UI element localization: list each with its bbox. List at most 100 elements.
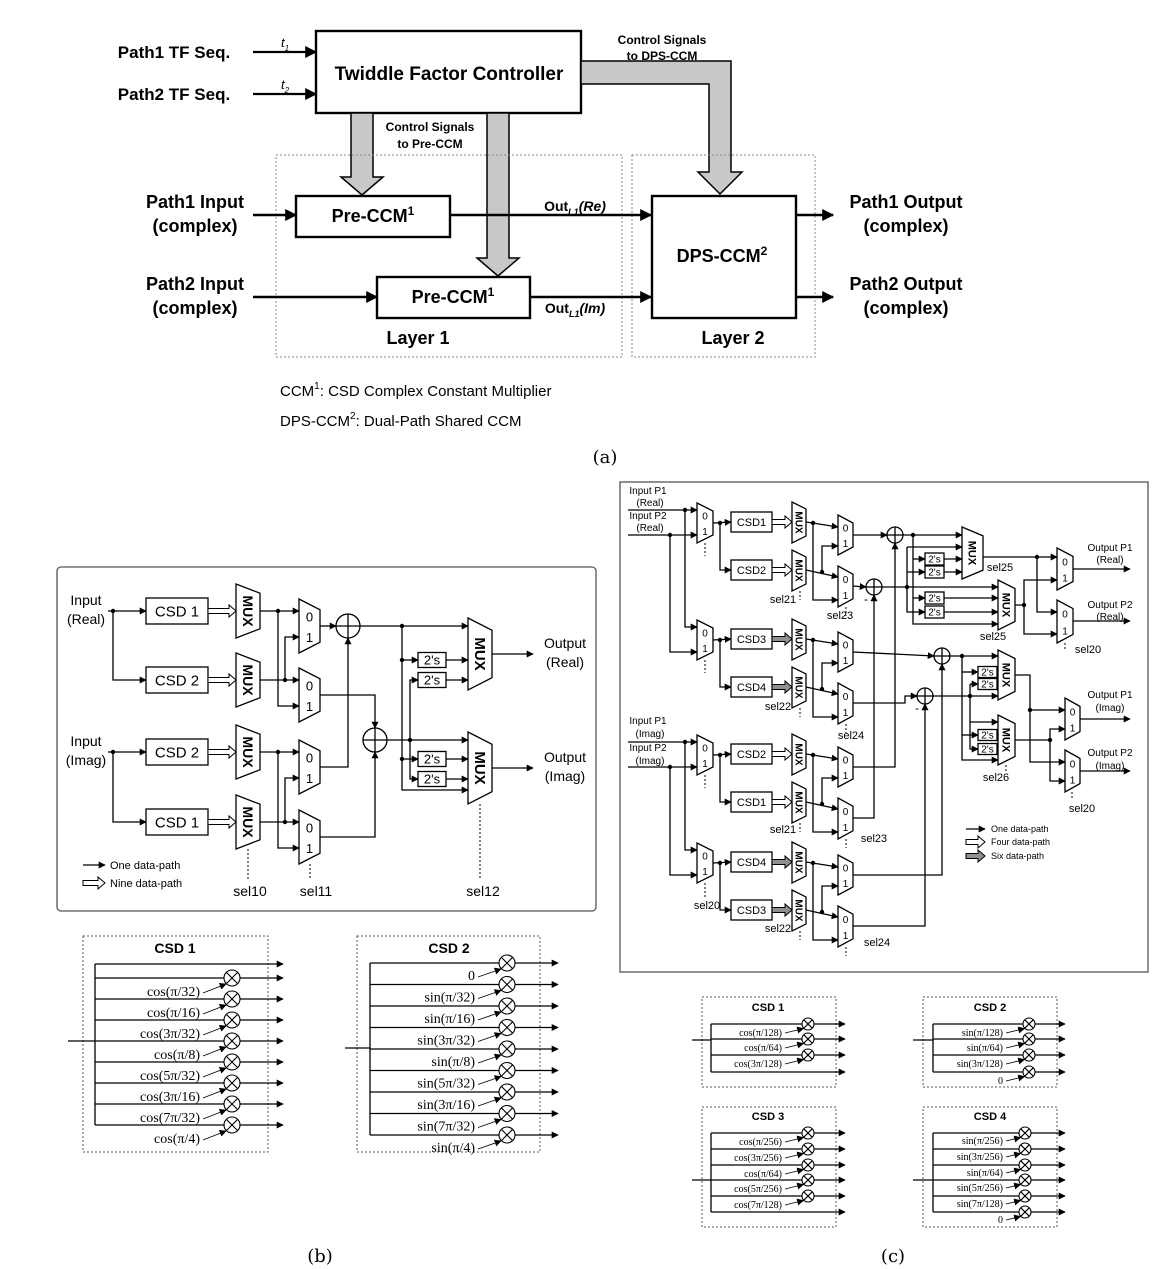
legend-label: One data-path bbox=[110, 860, 180, 872]
footnote: CCM1: CSD Complex Constant Multiplier bbox=[280, 381, 551, 400]
mux-input-0-label: 0 bbox=[702, 852, 708, 863]
coefficient-label: cos(3π/256) bbox=[734, 1153, 782, 1164]
select-signal-label: sel23 bbox=[861, 833, 887, 845]
csd-block-label: CSD4 bbox=[737, 682, 766, 694]
coefficient-arrow bbox=[202, 1130, 227, 1141]
figure: Path1 TF Seq. Path2 TF Seq. t1 t2 Twiddle Fa… bbox=[0, 0, 1174, 1269]
mux-input-1-label: 1 bbox=[843, 591, 849, 602]
coefficient-label: cos(π/128) bbox=[739, 1028, 782, 1039]
mux-input-1-label: 1 bbox=[306, 699, 313, 714]
input-label: (Real) bbox=[636, 523, 663, 534]
input-label: (Imag) bbox=[636, 729, 665, 740]
coefficient-label: sin(5π/32) bbox=[417, 1077, 475, 1092]
output-label: Output P1 bbox=[1087, 690, 1132, 701]
twos-complement-label: 2's bbox=[928, 555, 940, 566]
coefficient-arrow bbox=[1005, 1198, 1022, 1206]
text-part: CCM bbox=[280, 383, 314, 400]
coefficient-label: 0 bbox=[468, 969, 475, 984]
layer-1-frame bbox=[275, 154, 623, 358]
twos-complement-label: 2's bbox=[424, 752, 441, 767]
output-label: Output P1 bbox=[1087, 543, 1132, 554]
mux-input-0-label: 0 bbox=[843, 524, 849, 535]
mux-input-1-label: 1 bbox=[702, 644, 708, 655]
mux-input-1-label: 1 bbox=[843, 771, 849, 782]
coefficient-arrow bbox=[784, 1026, 805, 1034]
mux-input-0-label: 0 bbox=[843, 756, 849, 767]
coefficient-label: sin(π/4) bbox=[431, 1141, 475, 1156]
legend-label: Nine data-path bbox=[110, 878, 182, 890]
coefficient-arrow bbox=[1005, 1041, 1026, 1049]
coefficient-label: sin(3π/128) bbox=[957, 1059, 1003, 1070]
mux-label: MUX bbox=[793, 791, 804, 814]
mux-input-0-label: 0 bbox=[1062, 557, 1068, 568]
mux-input-1-label: 1 bbox=[843, 708, 849, 719]
out-im-label: OutL1(Im) bbox=[545, 300, 606, 319]
legend-label: One data-path bbox=[991, 824, 1049, 834]
mux-input-0-label: 0 bbox=[1070, 707, 1076, 718]
supscript: 1 bbox=[408, 204, 415, 218]
coefficient-arrow bbox=[477, 1032, 502, 1042]
coefficient-label: sin(π/8) bbox=[431, 1055, 475, 1070]
select-signal-label: sel24 bbox=[864, 937, 890, 949]
mux-input-0-label: 0 bbox=[843, 575, 849, 586]
coefficient-arrow bbox=[202, 1088, 227, 1099]
mux-input-0-label: 0 bbox=[843, 641, 849, 652]
output-label: (Real) bbox=[1096, 555, 1123, 566]
mux-input-1-label: 1 bbox=[702, 527, 708, 538]
coefficient-label: cos(7π/32) bbox=[140, 1111, 200, 1126]
csd-block-label: CSD3 bbox=[737, 634, 766, 646]
coefficient-arrow bbox=[202, 1004, 227, 1015]
coefficient-arrow bbox=[477, 1053, 502, 1064]
coefficient-label: sin(3π/32) bbox=[417, 1034, 475, 1049]
coefficient-label: cos(π/4) bbox=[154, 1132, 200, 1147]
text-part: Pre-CCM bbox=[412, 287, 488, 307]
mux-input-1-label: 1 bbox=[306, 841, 313, 856]
coefficient-arrow bbox=[1005, 1214, 1022, 1222]
output-label: (Imag) bbox=[1096, 703, 1125, 714]
coefficient-label: sin(7π/128) bbox=[957, 1199, 1003, 1210]
mux-label: MUX bbox=[793, 899, 804, 922]
output-label: (Imag) bbox=[1096, 761, 1125, 772]
coefficient-arrow bbox=[477, 967, 502, 978]
coefficient-label: cos(π/8) bbox=[154, 1048, 200, 1063]
coefficient-label: cos(3π/32) bbox=[140, 1027, 200, 1042]
control-signal-arrow-dps bbox=[580, 60, 744, 196]
controller-label: Twiddle Factor Controller bbox=[335, 64, 564, 85]
coefficient-arrow bbox=[477, 1010, 502, 1021]
supscript: 1 bbox=[488, 285, 495, 299]
mux-input-1-label: 1 bbox=[702, 759, 708, 770]
mux-input-1-label: 1 bbox=[1070, 776, 1076, 787]
mux-label: MUX bbox=[240, 736, 256, 768]
coefficient-label: sin(π/128) bbox=[962, 1028, 1003, 1039]
csd-table-title: CSD 1 bbox=[154, 940, 195, 956]
coefficient-label: sin(3π/256) bbox=[957, 1152, 1003, 1163]
output-label: Output P2 bbox=[1087, 600, 1132, 611]
text-part: (Re) bbox=[579, 198, 607, 214]
coefficient-arrow bbox=[202, 983, 227, 994]
coefficient-arrow bbox=[477, 1075, 502, 1085]
select-signal-label: sel26 bbox=[983, 772, 1009, 784]
mux-input-0-label: 0 bbox=[1062, 610, 1068, 621]
mux-input-0-label: 0 bbox=[306, 820, 313, 835]
footnote: DPS-CCM2: Dual-Path Shared CCM bbox=[280, 411, 521, 430]
csd-block-label: CSD 2 bbox=[155, 672, 199, 689]
path-output-label: (complex) bbox=[863, 298, 948, 318]
twos-complement-label: 2's bbox=[981, 731, 993, 742]
csd-block-label: CSD 1 bbox=[155, 814, 199, 831]
text-part: Out bbox=[545, 300, 569, 316]
csd-table-title: CSD 2 bbox=[428, 940, 469, 956]
mux-input-0-label: 0 bbox=[306, 750, 313, 765]
input-label: Input bbox=[70, 733, 101, 749]
mux-input-0-label: 0 bbox=[843, 915, 849, 926]
mux-input-1-label: 1 bbox=[306, 771, 313, 786]
mux-label: MUX bbox=[966, 541, 978, 566]
csd-block-label: CSD1 bbox=[737, 517, 766, 529]
caption-a: (a) bbox=[593, 447, 618, 468]
mux-label: MUX bbox=[793, 559, 804, 582]
input-label: Input bbox=[70, 592, 101, 608]
coefficient-label: cos(π/32) bbox=[147, 985, 200, 1000]
csd-table-title: CSD 1 bbox=[752, 1002, 784, 1014]
subscript: 2 bbox=[284, 86, 290, 95]
mux-label: MUX bbox=[793, 676, 804, 699]
text-part: Pre-CCM bbox=[332, 206, 408, 226]
